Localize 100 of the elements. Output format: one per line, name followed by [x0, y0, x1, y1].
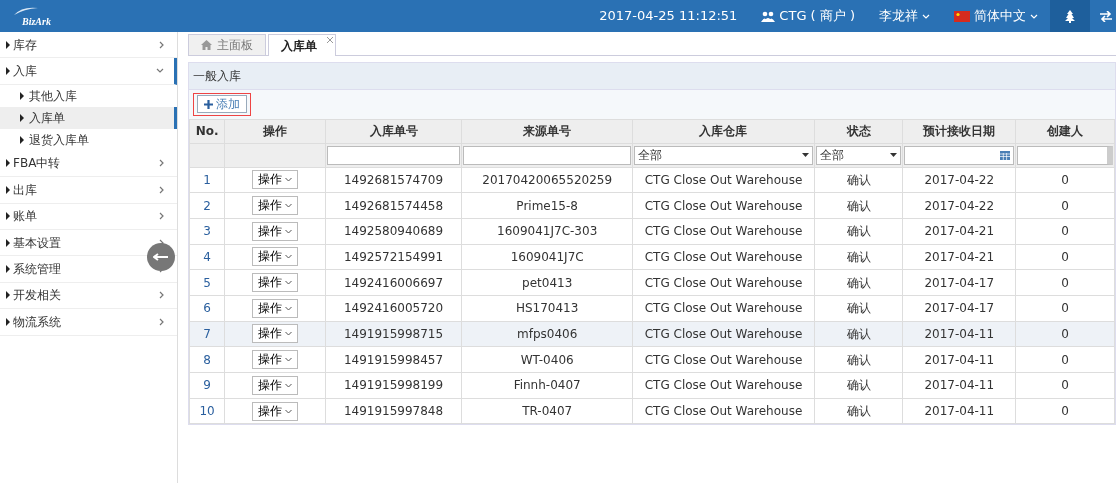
- table-cell: 20170420065520259: [461, 167, 633, 193]
- column-header: 操作: [224, 119, 326, 143]
- table-cell: CTG Close Out Warehouse: [632, 398, 815, 424]
- table-cell: 1491915998715: [325, 321, 462, 347]
- table-cell: 确认: [814, 398, 903, 424]
- action-button[interactable]: 操作: [252, 401, 299, 421]
- table-cell: Finnh-0407: [461, 372, 633, 399]
- table-cell: CTG Close Out Warehouse: [632, 269, 815, 296]
- table-cell: 0: [1015, 295, 1115, 322]
- sidebar-item[interactable]: 开发相关: [6, 282, 136, 309]
- column-header: 来源单号: [461, 119, 633, 143]
- action-button[interactable]: 操作: [252, 298, 299, 318]
- table-cell: 1491915997848: [325, 398, 462, 424]
- tab[interactable]: 入库单: [268, 34, 336, 56]
- table-cell: 0: [1015, 244, 1115, 270]
- sidebar-item[interactable]: 出库: [6, 177, 136, 203]
- table-cell: 7: [189, 321, 225, 347]
- table-cell: 确认: [814, 167, 903, 193]
- table-cell: 1491915998457: [325, 346, 462, 373]
- table-cell: HS170413: [461, 295, 633, 322]
- table-cell: 确认: [814, 218, 903, 245]
- action-button[interactable]: 操作: [252, 247, 299, 267]
- action-button[interactable]: 操作: [252, 170, 299, 190]
- table-cell: 4: [189, 244, 225, 270]
- column-header: 状态: [814, 119, 903, 143]
- merchant-link[interactable]: CTG ( 商户 ): [749, 0, 867, 32]
- table-cell: 1492416005720: [325, 295, 462, 322]
- table-cell: 2017-04-22: [902, 167, 1016, 193]
- table-cell: 2017-04-17: [902, 269, 1016, 296]
- table-cell: TR-0407: [461, 398, 633, 424]
- table-cell: 8: [189, 346, 225, 373]
- table-cell: 0: [1015, 372, 1115, 399]
- table-cell: 2017-04-22: [902, 192, 1016, 219]
- action-button[interactable]: 操作: [252, 196, 299, 216]
- table-cell: 1609041J7C-303: [461, 218, 633, 245]
- datetime-text: 2017-04-25 11:12:51: [598, 7, 739, 26]
- language-menu[interactable]: 简体中文: [942, 0, 1050, 32]
- table-cell: 2017-04-11: [902, 372, 1016, 399]
- table-cell: 3: [189, 218, 225, 245]
- sidebar-item[interactable]: FBA中转: [6, 150, 136, 177]
- panel-title: 一般入库: [189, 63, 1115, 90]
- table-cell: 2: [189, 192, 225, 219]
- table-cell: 1609041J7C: [461, 244, 633, 270]
- table-cell: 确认: [814, 372, 903, 399]
- sidebar-item[interactable]: 物流系统: [6, 309, 136, 335]
- table-cell: Prime15-8: [461, 192, 633, 219]
- add-button[interactable]: 添加: [197, 95, 247, 113]
- table-cell: 1492572154991: [325, 244, 462, 270]
- action-button[interactable]: 操作: [252, 221, 299, 241]
- table-cell: 确认: [814, 295, 903, 322]
- action-button[interactable]: 操作: [252, 375, 299, 395]
- table-cell: 2017-04-11: [902, 346, 1016, 373]
- table-cell: CTG Close Out Warehouse: [632, 295, 815, 322]
- column-header: 创建人: [1015, 119, 1115, 143]
- table-cell: 0: [1015, 192, 1115, 219]
- table-cell: 0: [1015, 167, 1115, 193]
- table-cell: 6: [189, 295, 225, 322]
- filter-select[interactable]: 全部: [815, 145, 902, 165]
- table-cell: CTG Close Out Warehouse: [632, 218, 815, 245]
- table-cell: 2017-04-11: [902, 321, 1016, 347]
- table-cell: 确认: [814, 346, 903, 373]
- sidebar-subitem[interactable]: 退货入库单: [0, 128, 177, 151]
- table-cell: 1492681574458: [325, 192, 462, 219]
- table-cell: 0: [1015, 321, 1115, 347]
- table-cell: 5: [189, 269, 225, 296]
- table-cell: 0: [1015, 346, 1115, 373]
- sidebar-item[interactable]: 基本设置: [6, 229, 136, 256]
- action-button[interactable]: 操作: [252, 324, 299, 344]
- table-cell: pet0413: [461, 269, 633, 296]
- column-header: No.: [189, 119, 225, 143]
- sidebar-subitem[interactable]: 入库单: [0, 106, 177, 129]
- table-cell: 确认: [814, 192, 903, 219]
- table-cell: 2017-04-11: [902, 398, 1016, 424]
- table-cell: 2017-04-21: [902, 218, 1016, 245]
- table-cell: WT-0406: [461, 346, 633, 373]
- filter-select[interactable]: 全部: [634, 145, 813, 165]
- table-cell: 确认: [814, 244, 903, 270]
- action-button[interactable]: 操作: [252, 273, 299, 293]
- table-cell: 0: [1015, 269, 1115, 296]
- logo: BizArk: [12, 5, 51, 27]
- action-button[interactable]: 操作: [252, 350, 299, 370]
- tab[interactable]: 主面板: [188, 34, 266, 55]
- table-cell: 1492580940689: [325, 218, 462, 245]
- table-cell: 1492416006697: [325, 269, 462, 296]
- table-cell: 2017-04-21: [902, 244, 1016, 270]
- table-cell: CTG Close Out Warehouse: [632, 244, 815, 270]
- table-cell: 1: [189, 167, 225, 193]
- table-cell: 确认: [814, 321, 903, 347]
- table-cell: CTG Close Out Warehouse: [632, 372, 815, 399]
- table-cell: CTG Close Out Warehouse: [632, 192, 815, 219]
- user-menu[interactable]: 李龙祥: [867, 0, 942, 32]
- sidebar-item[interactable]: 库存: [6, 32, 136, 58]
- table-cell: mfps0406: [461, 321, 633, 347]
- sidebar-item[interactable]: 入库: [6, 58, 136, 84]
- table-cell: 0: [1015, 218, 1115, 245]
- sidebar-subitem[interactable]: 其他入库: [0, 84, 177, 107]
- sidebar-item[interactable]: 系统管理: [6, 256, 136, 282]
- sidebar-item[interactable]: 账单: [6, 203, 136, 229]
- column-header: 预计接收日期: [902, 119, 1016, 143]
- column-header: 入库单号: [325, 119, 462, 143]
